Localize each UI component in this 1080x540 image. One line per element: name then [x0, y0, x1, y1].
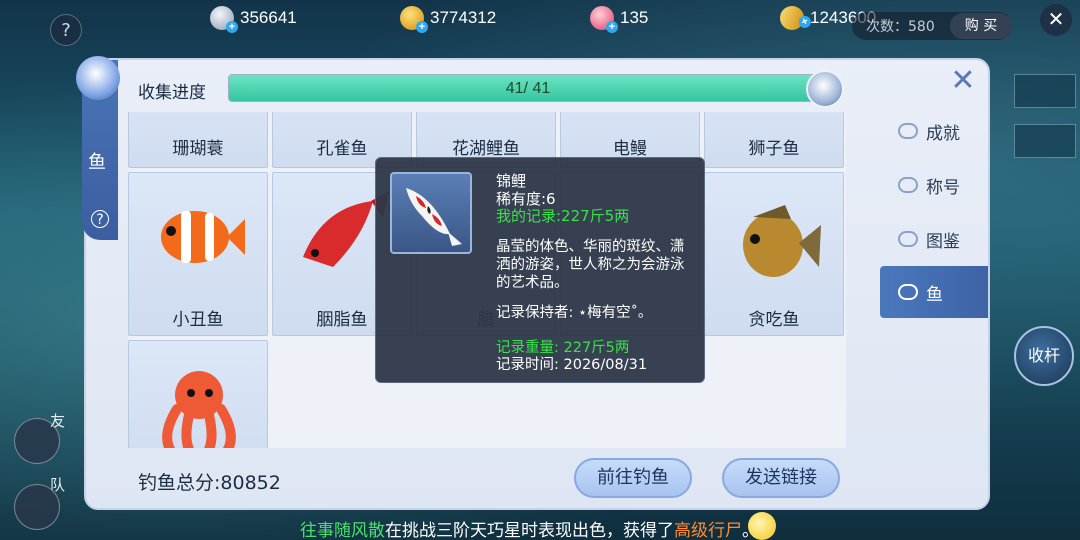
side-tab-help-button[interactable]: ?	[91, 210, 109, 228]
tab-title-label: 称号	[926, 177, 960, 198]
tooltip-description: 晶莹的体色、华丽的斑纹、潇洒的游姿，世人称之为会游泳的艺术品。	[496, 239, 685, 291]
reel-button[interactable]: 收杆	[1014, 326, 1074, 386]
achievement-icon	[898, 123, 918, 139]
fishing-total-score: 钓鱼总分:80852	[138, 472, 281, 494]
silver-value: 356641	[240, 8, 297, 27]
progress-bar: 41/ 41	[228, 74, 828, 102]
tooltip-record-holder: 记录保持者: ⋆梅有空˚。	[496, 305, 653, 321]
fish-name: 小丑鱼	[172, 310, 224, 330]
ticker-player[interactable]: 往事随风散	[300, 521, 385, 540]
silver-currency[interactable]: + 356641	[210, 5, 297, 33]
close-icon[interactable]: ✕	[1040, 4, 1072, 36]
fish-card[interactable]	[128, 340, 268, 448]
gold-currency[interactable]: + 3774312	[400, 5, 497, 33]
fish-name: 电鳗	[613, 139, 647, 159]
tab-achievement[interactable]: 成就	[880, 110, 988, 152]
send-link-button[interactable]: 发送链接	[722, 458, 840, 498]
koi-image	[390, 172, 472, 254]
fish-card[interactable]: 珊瑚蓑	[128, 112, 268, 168]
tab-codex-label: 图鉴	[926, 231, 960, 252]
side-slot[interactable]	[1014, 74, 1076, 108]
fish-name: 珊瑚蓑	[172, 139, 224, 159]
go-fishing-button[interactable]: 前往钓鱼	[574, 458, 692, 498]
buy-button[interactable]: 购 买	[950, 13, 1012, 39]
fish-detail-tooltip: 锦鲤 稀有度:6 我的记录:227斤5两 晶莹的体色、华丽的斑纹、潇洒的游姿，世…	[375, 157, 705, 383]
times-label: 次数：580	[866, 19, 935, 35]
title-icon	[898, 177, 918, 193]
fish-name: 狮子鱼	[748, 139, 800, 159]
times-box: 次数：580 购 买	[852, 12, 1012, 40]
ticker-middle: 在挑战三阶天巧星时表现出色，获得了	[385, 521, 674, 540]
heart-icon: +	[590, 6, 618, 33]
progress-label: 收集进度	[138, 83, 206, 103]
tab-fish-label: 鱼	[926, 284, 943, 305]
progress-text: 41/ 41	[505, 80, 551, 97]
gold-bar-icon: +	[776, 2, 813, 34]
fish-slot-icon[interactable]	[1014, 124, 1076, 158]
orb-icon	[76, 56, 120, 100]
tooltip-record-time: 记录时间: 2026/08/31	[496, 357, 648, 373]
fish-name: 贪吃鱼	[748, 310, 800, 330]
tab-title[interactable]: 称号	[880, 164, 988, 206]
tooltip-my-record: 我的记录:227斤5两	[496, 207, 630, 225]
friend-label[interactable]: 友	[50, 410, 65, 431]
silver-coin-icon: +	[210, 6, 238, 33]
fish-name: 孔雀鱼	[316, 139, 368, 159]
gold-value: 3774312	[430, 8, 497, 27]
codex-icon	[898, 231, 918, 247]
broadcast-ticker: 往事随风散在挑战三阶天巧星时表现出色，获得了高级行尸。	[300, 516, 759, 540]
side-tab-fish-label: 鱼	[88, 152, 106, 173]
heart-currency[interactable]: + 135	[590, 5, 649, 33]
heart-value: 135	[620, 8, 649, 27]
help-button[interactable]: ?	[50, 14, 82, 46]
fish-icon	[898, 284, 918, 300]
add-icon[interactable]: +	[606, 21, 618, 33]
feather-icon[interactable]	[806, 70, 844, 108]
add-icon[interactable]: +	[226, 21, 238, 33]
greedy-fish-image	[743, 205, 821, 277]
tab-fish[interactable]: 鱼	[880, 266, 988, 318]
smiley-emoji-icon	[748, 512, 776, 540]
fish-card[interactable]: 狮子鱼	[704, 112, 844, 168]
ticker-reward[interactable]: 高级行尸	[674, 521, 742, 540]
clownfish-image	[161, 211, 245, 263]
add-icon[interactable]: +	[416, 21, 428, 33]
tab-codex[interactable]: 图鉴	[880, 218, 988, 260]
fish-name: 花湖鲤鱼	[452, 139, 520, 159]
tab-achievement-label: 成就	[926, 123, 960, 144]
fish-card[interactable]: 贪吃鱼	[704, 172, 844, 336]
fish-card[interactable]: 小丑鱼	[128, 172, 268, 336]
close-panel-icon[interactable]: ✕	[948, 66, 978, 96]
octopus-image	[162, 371, 236, 448]
gold-coin-icon: +	[400, 6, 428, 33]
microphone-icon[interactable]	[14, 484, 60, 530]
